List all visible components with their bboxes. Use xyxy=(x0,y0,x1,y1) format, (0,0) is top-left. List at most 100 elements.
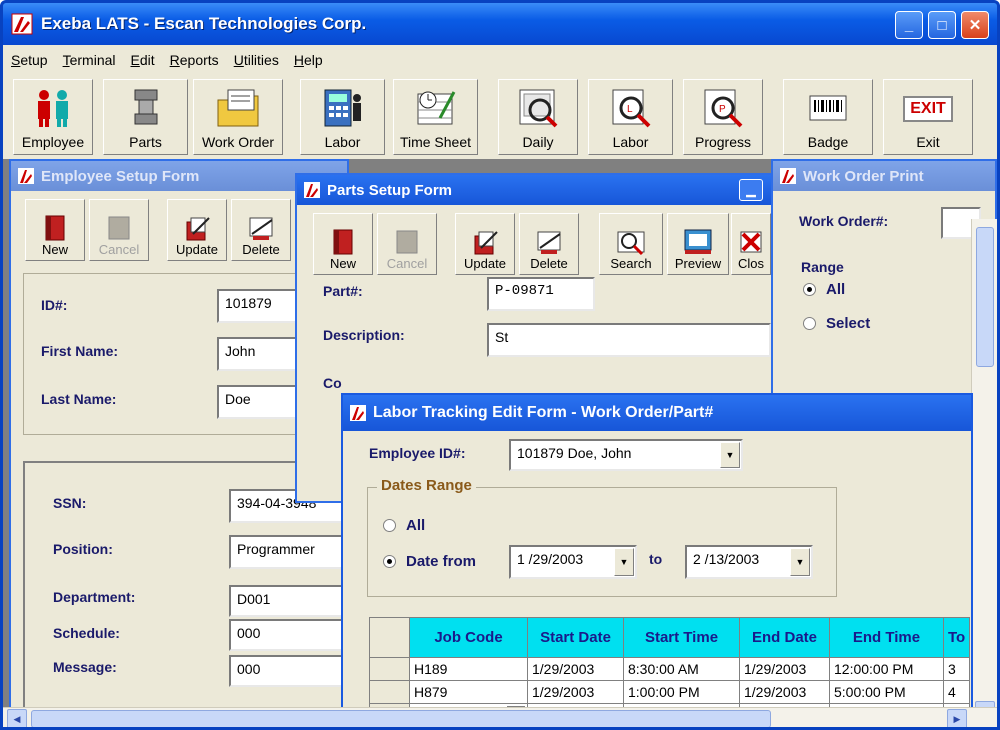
progress-report-button[interactable]: P Progress xyxy=(683,79,763,155)
menu-reports[interactable]: Reports xyxy=(162,52,226,68)
range-all-radio[interactable]: All xyxy=(803,281,845,298)
title-bar[interactable]: Exeba LATS - Escan Technologies Corp. _ … xyxy=(3,3,997,45)
work-order-print-titlebar[interactable]: Work Order Print xyxy=(773,161,995,191)
position-field[interactable]: Programmer xyxy=(229,535,349,569)
date-from-picker[interactable]: 1 /29/2003 ▼ xyxy=(509,545,637,579)
chevron-right-icon: ▶ xyxy=(953,713,961,724)
cell-end-time[interactable]: 12:00:00 PM xyxy=(829,657,944,681)
menu-terminal[interactable]: Terminal xyxy=(55,52,123,68)
labor-tracking-titlebar[interactable]: Labor Tracking Edit Form - Work Order/Pa… xyxy=(343,395,971,431)
col-total[interactable]: To xyxy=(942,617,971,658)
range-select-radio[interactable]: Select xyxy=(803,315,870,332)
date-from-radio[interactable]: Date from xyxy=(383,553,476,570)
cell-total[interactable]: 3 xyxy=(942,657,971,681)
parts-button[interactable]: Parts xyxy=(103,79,188,155)
table-row[interactable]: H189 1/29/2003 8:30:00 AM 1/29/2003 12:0… xyxy=(369,657,971,681)
cell-start-time[interactable]: 1:00:00 PM xyxy=(623,680,740,704)
update-icon xyxy=(474,231,498,255)
employee-button[interactable]: Employee xyxy=(13,79,93,155)
cell-end-date[interactable]: 1/29/2003 xyxy=(739,657,830,681)
parts-new-button[interactable]: New xyxy=(313,213,373,275)
mdi-vertical-scrollbar[interactable]: ▼ xyxy=(971,219,997,727)
message-field[interactable]: 000 xyxy=(229,655,349,687)
col-start-date[interactable]: Start Date xyxy=(527,617,624,658)
schedule-field[interactable]: 000 xyxy=(229,619,349,651)
daily-report-button[interactable]: Daily xyxy=(498,79,578,155)
labor-report-button[interactable]: L Labor xyxy=(588,79,673,155)
client-area: Setup Terminal Edit Reports Utilities He… xyxy=(3,45,997,727)
menu-terminal-mnemonic: T xyxy=(62,52,70,68)
to-label: to xyxy=(649,551,663,567)
parts-preview-button[interactable]: Preview xyxy=(667,213,729,275)
col-end-date[interactable]: End Date xyxy=(739,617,830,658)
col-end-time[interactable]: End Time xyxy=(829,617,944,658)
mdi-horizontal-scrollbar[interactable]: ◀ ▶ xyxy=(3,707,997,727)
horizontal-scroll-thumb[interactable] xyxy=(31,710,771,727)
exit-button[interactable]: EXIT Exit xyxy=(883,79,973,155)
description-field[interactable]: St xyxy=(487,323,771,357)
work-order-button[interactable]: Work Order xyxy=(193,79,283,155)
parts-minimize-button[interactable]: ▁ xyxy=(739,179,763,201)
close-button[interactable]: ✕ xyxy=(961,11,989,39)
date-to-picker[interactable]: 2 /13/2003 ▼ xyxy=(685,545,813,579)
scroll-left-button[interactable]: ◀ xyxy=(7,709,27,727)
row-header[interactable] xyxy=(369,680,410,704)
labor-button[interactable]: Labor xyxy=(300,79,385,155)
dates-all-label: All xyxy=(406,517,426,534)
parts-search-button[interactable]: Search xyxy=(599,213,663,275)
col-job-code[interactable]: Job Code xyxy=(409,617,528,658)
delete-icon xyxy=(249,217,273,240)
cell-job-code[interactable]: H879 xyxy=(409,680,528,704)
menu-help[interactable]: Help xyxy=(286,52,330,68)
time-sheet-button-label: Time Sheet xyxy=(399,134,472,150)
id-label: ID#: xyxy=(41,297,68,313)
dates-all-radio[interactable]: All xyxy=(383,517,425,534)
svg-text:P: P xyxy=(719,104,726,115)
parts-setup-titlebar[interactable]: Parts Setup Form ▁ xyxy=(297,175,771,205)
department-field[interactable]: D001 xyxy=(229,585,349,617)
menu-edit[interactable]: Edit xyxy=(123,52,162,68)
parts-update-button[interactable]: Update xyxy=(455,213,515,275)
cell-start-date[interactable]: 1/29/2003 xyxy=(527,657,624,681)
employee-id-combo[interactable]: 101879 Doe, John ▼ xyxy=(509,439,743,471)
minimize-button[interactable]: _ xyxy=(895,11,923,39)
employee-update-button[interactable]: Update xyxy=(167,199,227,261)
cell-start-date[interactable]: 1/29/2003 xyxy=(527,680,624,704)
cell-end-time[interactable]: 5:00:00 PM xyxy=(829,680,944,704)
application-window: Exeba LATS - Escan Technologies Corp. _ … xyxy=(0,0,1000,730)
vertical-scroll-thumb[interactable] xyxy=(976,227,994,367)
parts-close-button[interactable]: Clos xyxy=(731,213,771,275)
col-start-time[interactable]: Start Time xyxy=(623,617,740,658)
menu-setup-mnemonic: S xyxy=(11,52,21,68)
employee-cancel-button[interactable]: Cancel xyxy=(89,199,149,261)
parts-delete-button[interactable]: Delete xyxy=(519,213,579,275)
badge-button-label: Badge xyxy=(807,134,849,150)
form-logo-icon xyxy=(304,182,320,198)
parts-search-label: Search xyxy=(610,256,652,271)
table-row[interactable]: H879 1/29/2003 1:00:00 PM 1/29/2003 5:00… xyxy=(369,680,971,704)
cell-job-code[interactable]: H189 xyxy=(409,657,528,681)
row-header[interactable] xyxy=(369,657,410,681)
part-number-field[interactable]: P-09871 xyxy=(487,277,595,311)
employee-combo-arrow[interactable]: ▼ xyxy=(720,442,740,468)
date-from-arrow[interactable]: ▼ xyxy=(614,548,634,576)
parts-cancel-button[interactable]: Cancel xyxy=(377,213,437,275)
form-logo-icon xyxy=(18,168,34,184)
badge-button[interactable]: Badge xyxy=(783,79,873,155)
menu-setup[interactable]: Setup xyxy=(3,52,55,68)
maximize-button[interactable]: □ xyxy=(928,11,956,39)
cell-end-date[interactable]: 1/29/2003 xyxy=(739,680,830,704)
badge-barcode-icon xyxy=(809,95,847,121)
employee-new-button[interactable]: New xyxy=(25,199,85,261)
daily-report-icon xyxy=(519,89,558,128)
position-label: Position: xyxy=(53,541,113,557)
cell-total[interactable]: 4 xyxy=(942,680,971,704)
radio-unselected-icon xyxy=(383,519,396,532)
time-sheet-button[interactable]: Time Sheet xyxy=(393,79,478,155)
employee-delete-button[interactable]: Delete xyxy=(231,199,291,261)
form-logo-icon xyxy=(780,168,796,184)
menu-utilities[interactable]: Utilities xyxy=(226,52,286,68)
date-to-arrow[interactable]: ▼ xyxy=(790,548,810,576)
scroll-right-button[interactable]: ▶ xyxy=(947,709,967,727)
cell-start-time[interactable]: 8:30:00 AM xyxy=(623,657,740,681)
